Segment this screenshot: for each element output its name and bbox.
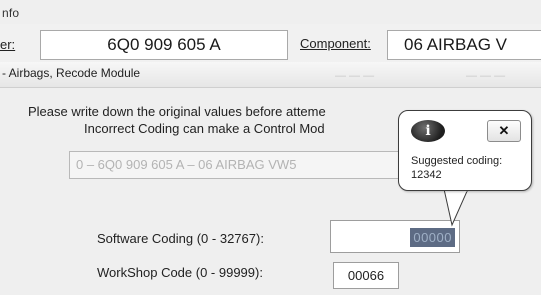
part-number-label: er: <box>0 37 16 52</box>
component-field: 06 AIRBAG V <box>387 30 541 60</box>
faded-header-text: — — — <box>335 70 375 82</box>
suggested-coding-value: 12342 <box>411 169 442 181</box>
section-title: nfo <box>2 6 20 20</box>
part-number-field: 6Q0 909 605 A <box>40 30 288 60</box>
close-tooltip-button[interactable]: ✕ <box>487 120 521 142</box>
software-coding-label: Software Coding (0 - 32767): <box>97 231 264 246</box>
info-icon: i <box>411 120 445 142</box>
faded-header-text: — — — <box>466 70 506 82</box>
instruction-line-1: Please write down the original values be… <box>28 104 326 119</box>
component-label: Component: <box>300 36 371 51</box>
workshop-code-label: WorkShop Code (0 - 99999): <box>97 265 263 280</box>
instruction-line-2: Incorrect Coding can make a Control Mod <box>84 121 325 136</box>
workshop-code-input[interactable]: 00066 <box>333 262 399 289</box>
breadcrumb: - Airbags, Recode Module <box>2 66 141 80</box>
coding-select[interactable]: 0 – 6Q0 909 605 A – 06 AIRBAG VW5 <box>69 151 414 179</box>
software-coding-value: 00000 <box>410 228 455 247</box>
tooltip-tail <box>443 189 469 227</box>
tooltip-title: Suggested coding: <box>411 155 503 167</box>
suggested-coding-tooltip: i ✕ Suggested coding: 12342 <box>398 110 532 191</box>
